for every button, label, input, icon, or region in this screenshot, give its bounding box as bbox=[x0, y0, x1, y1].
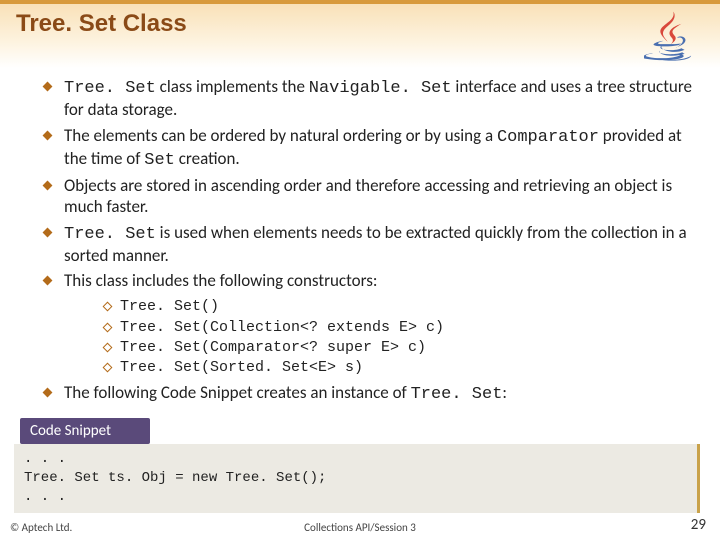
code-snippet-label: Code Snippet bbox=[20, 418, 150, 444]
text: The following Code Snippet creates an in… bbox=[64, 382, 411, 403]
page-number: 29 bbox=[691, 516, 706, 534]
slide-title: Tree. Set Class bbox=[16, 10, 187, 38]
bullet-list: Tree. Set class implements the Navigable… bbox=[40, 76, 700, 406]
bullet-item: The following Code Snippet creates an in… bbox=[40, 382, 700, 405]
footer-title: Collections API/Session 3 bbox=[304, 521, 416, 534]
copyright-text: © Aptech Ltd. bbox=[10, 521, 72, 534]
slide-header: Tree. Set Class bbox=[0, 0, 720, 68]
text: is used when elements needs to be extrac… bbox=[64, 222, 687, 266]
code-text: Comparator bbox=[497, 128, 599, 147]
text: Objects are stored in ascending order an… bbox=[64, 175, 672, 217]
bullet-item: Tree. Set class implements the Navigable… bbox=[40, 76, 700, 121]
constructor-item: Tree. Set(Collection<? extends E> c) bbox=[102, 318, 700, 338]
code-text: Navigable. Set bbox=[309, 79, 452, 98]
code-text: Tree. Set bbox=[64, 79, 156, 98]
constructor-list: Tree. Set() Tree. Set(Collection<? exten… bbox=[102, 297, 700, 378]
text: : bbox=[502, 382, 507, 403]
bullet-item: This class includes the following constr… bbox=[40, 270, 700, 378]
bullet-item: Objects are stored in ascending order an… bbox=[40, 175, 700, 218]
bullet-item: The elements can be ordered by natural o… bbox=[40, 125, 700, 172]
text: class implements the bbox=[156, 76, 309, 97]
content-area: Tree. Set class implements the Navigable… bbox=[40, 76, 700, 410]
java-logo-icon bbox=[644, 10, 696, 62]
code-text: Tree. Set bbox=[64, 225, 156, 244]
constructor-item: Tree. Set(Sorted. Set<E> s) bbox=[102, 358, 700, 378]
code-snippet-body: . . . Tree. Set ts. Obj = new Tree. Set(… bbox=[14, 444, 700, 513]
code-text: Tree. Set bbox=[411, 385, 503, 404]
code-text: Set bbox=[144, 151, 175, 170]
constructor-item: Tree. Set() bbox=[102, 297, 700, 317]
constructor-item: Tree. Set(Comparator<? super E> c) bbox=[102, 338, 700, 358]
text: This class includes the following constr… bbox=[64, 270, 377, 291]
slide: Tree. Set Class Tree. Set class implemen… bbox=[0, 0, 720, 540]
text: creation. bbox=[175, 148, 240, 169]
bullet-item: Tree. Set is used when elements needs to… bbox=[40, 222, 700, 267]
text: The elements can be ordered by natural o… bbox=[64, 125, 497, 146]
